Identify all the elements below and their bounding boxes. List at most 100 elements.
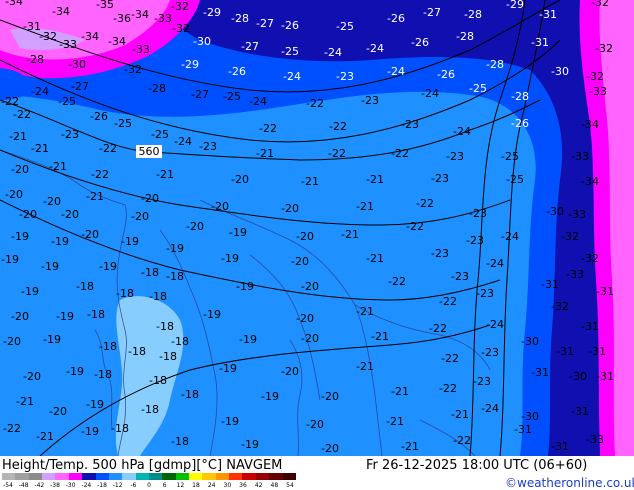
temperature-label: -32 bbox=[551, 300, 569, 313]
temperature-label: -19 bbox=[219, 362, 237, 375]
temperature-label: -18 bbox=[141, 403, 159, 416]
temperature-label: -20 bbox=[131, 210, 149, 223]
temperature-label: -19 bbox=[236, 280, 254, 293]
temperature-label: -23 bbox=[401, 118, 419, 131]
color-scale-label: 0 bbox=[147, 482, 151, 489]
color-scale-swatch bbox=[215, 473, 230, 480]
temperature-label: -23 bbox=[61, 128, 79, 141]
temperature-label: -19 bbox=[41, 260, 59, 273]
temperature-label: -31 bbox=[588, 345, 606, 358]
temperature-label: -25 bbox=[58, 95, 76, 108]
temperature-label: -24 bbox=[486, 318, 504, 331]
color-scale-labels: -54 -48 -42 -38 -30 -24 -18 -12 -6 0 6 12 18 24 30 36 42… bbox=[2, 482, 296, 490]
temperature-label: -34 bbox=[81, 30, 99, 43]
temperature-label: -22 bbox=[439, 382, 457, 395]
color-scale-swatch bbox=[242, 473, 256, 480]
temperature-label: -20 bbox=[301, 280, 319, 293]
temperature-label: -18 bbox=[128, 345, 146, 358]
temperature-label: -20 bbox=[3, 335, 21, 348]
color-scale-swatch bbox=[255, 473, 270, 480]
temperature-label: -33 bbox=[566, 268, 584, 281]
temperature-label: -28 bbox=[231, 12, 249, 25]
temperature-label: -26 bbox=[411, 36, 429, 49]
temperature-label: -29 bbox=[203, 6, 221, 19]
temperature-label: -31 bbox=[531, 36, 549, 49]
temperature-label: -30 bbox=[68, 58, 86, 71]
temperature-label: -27 bbox=[256, 17, 274, 30]
temperature-label: -19 bbox=[239, 333, 257, 346]
temperature-label: -18 bbox=[171, 435, 189, 448]
temperature-label: -18 bbox=[76, 280, 94, 293]
temperature-label: -21 bbox=[16, 395, 34, 408]
temperature-label: -19 bbox=[43, 333, 61, 346]
temperature-label: -19 bbox=[21, 285, 39, 298]
temperature-label: -31 bbox=[556, 345, 574, 358]
temperature-label: -26 bbox=[437, 68, 455, 81]
credit-link[interactable]: ©weatheronline.co.uk bbox=[505, 476, 634, 490]
temperature-label: -23 bbox=[451, 270, 469, 283]
temperature-label: -34 bbox=[581, 175, 599, 188]
temperature-label: -31 bbox=[551, 440, 569, 453]
temperature-label: -32 bbox=[595, 42, 613, 55]
temperature-label: -34 bbox=[131, 8, 149, 21]
temperature-label: -19 bbox=[166, 242, 184, 255]
temperature-label: -25 bbox=[114, 117, 132, 130]
temperature-label: -23 bbox=[431, 247, 449, 260]
temperature-label: -24 bbox=[174, 135, 192, 148]
temperature-label: -18 bbox=[149, 290, 167, 303]
temperature-label: -22 bbox=[429, 322, 447, 335]
temperature-label: -22 bbox=[406, 220, 424, 233]
temperature-label: -21 bbox=[366, 252, 384, 265]
temperature-label: -24 bbox=[453, 125, 471, 138]
temperature-label: -18 bbox=[171, 335, 189, 348]
temperature-label: -21 bbox=[371, 330, 389, 343]
temperature-label: -21 bbox=[256, 147, 274, 160]
temperature-label: -24 bbox=[387, 65, 405, 78]
temperature-label: -34 bbox=[52, 5, 70, 18]
temperature-label: -21 bbox=[86, 190, 104, 203]
temperature-label: -21 bbox=[301, 175, 319, 188]
temperature-label: -19 bbox=[121, 235, 139, 248]
temperature-label: -20 bbox=[23, 370, 41, 383]
temperature-label: -20 bbox=[291, 255, 309, 268]
temperature-label: -20 bbox=[61, 208, 79, 221]
temperature-label: -20 bbox=[321, 442, 339, 455]
temperature-label: -25 bbox=[223, 90, 241, 103]
color-scale-label: -48 bbox=[18, 482, 29, 489]
temperature-label: -23 bbox=[476, 287, 494, 300]
temperature-label: -18 bbox=[156, 320, 174, 333]
temperature-label: -20 bbox=[49, 405, 67, 418]
temperature-label: -27 bbox=[191, 88, 209, 101]
color-scale-swatch bbox=[148, 473, 163, 480]
temperature-label: -28 bbox=[148, 82, 166, 95]
temperature-label: -21 bbox=[49, 160, 67, 173]
map-title: Height/Temp. 500 hPa [gdmp][°C] NAVGEM bbox=[2, 458, 283, 473]
temperature-label: -20 bbox=[321, 390, 339, 403]
temperature-label: -32 bbox=[39, 30, 57, 43]
temperature-label: -19 bbox=[51, 235, 69, 248]
temperature-label: -19 bbox=[1, 253, 19, 266]
temperature-label: -19 bbox=[11, 230, 29, 243]
temperature-label: -22 bbox=[13, 108, 31, 121]
temperature-label: -33 bbox=[568, 208, 586, 221]
temperature-label: -30 bbox=[551, 65, 569, 78]
temperature-label: -20 bbox=[296, 230, 314, 243]
temperature-label: -28 bbox=[26, 53, 44, 66]
temperature-label: -25 bbox=[281, 45, 299, 58]
color-scale-swatch bbox=[189, 473, 203, 480]
temperature-label: -30 bbox=[546, 205, 564, 218]
temperature-label: -21 bbox=[366, 173, 384, 186]
color-scale-swatch bbox=[2, 473, 16, 480]
color-scale-label: 24 bbox=[207, 482, 216, 489]
temperature-label: -33 bbox=[154, 12, 172, 25]
temperature-label: -20 bbox=[281, 202, 299, 215]
temperature-label: -27 bbox=[423, 6, 441, 19]
color-scale-swatch bbox=[229, 473, 243, 480]
temperature-label: -34 bbox=[5, 0, 23, 8]
temperature-label: -32 bbox=[586, 70, 604, 83]
color-scale-label: 54 bbox=[286, 482, 294, 489]
temperature-label: -20 bbox=[281, 365, 299, 378]
temperature-label: -25 bbox=[469, 82, 487, 95]
color-scale-swatch bbox=[55, 473, 69, 480]
temperature-label: -23 bbox=[469, 207, 487, 220]
